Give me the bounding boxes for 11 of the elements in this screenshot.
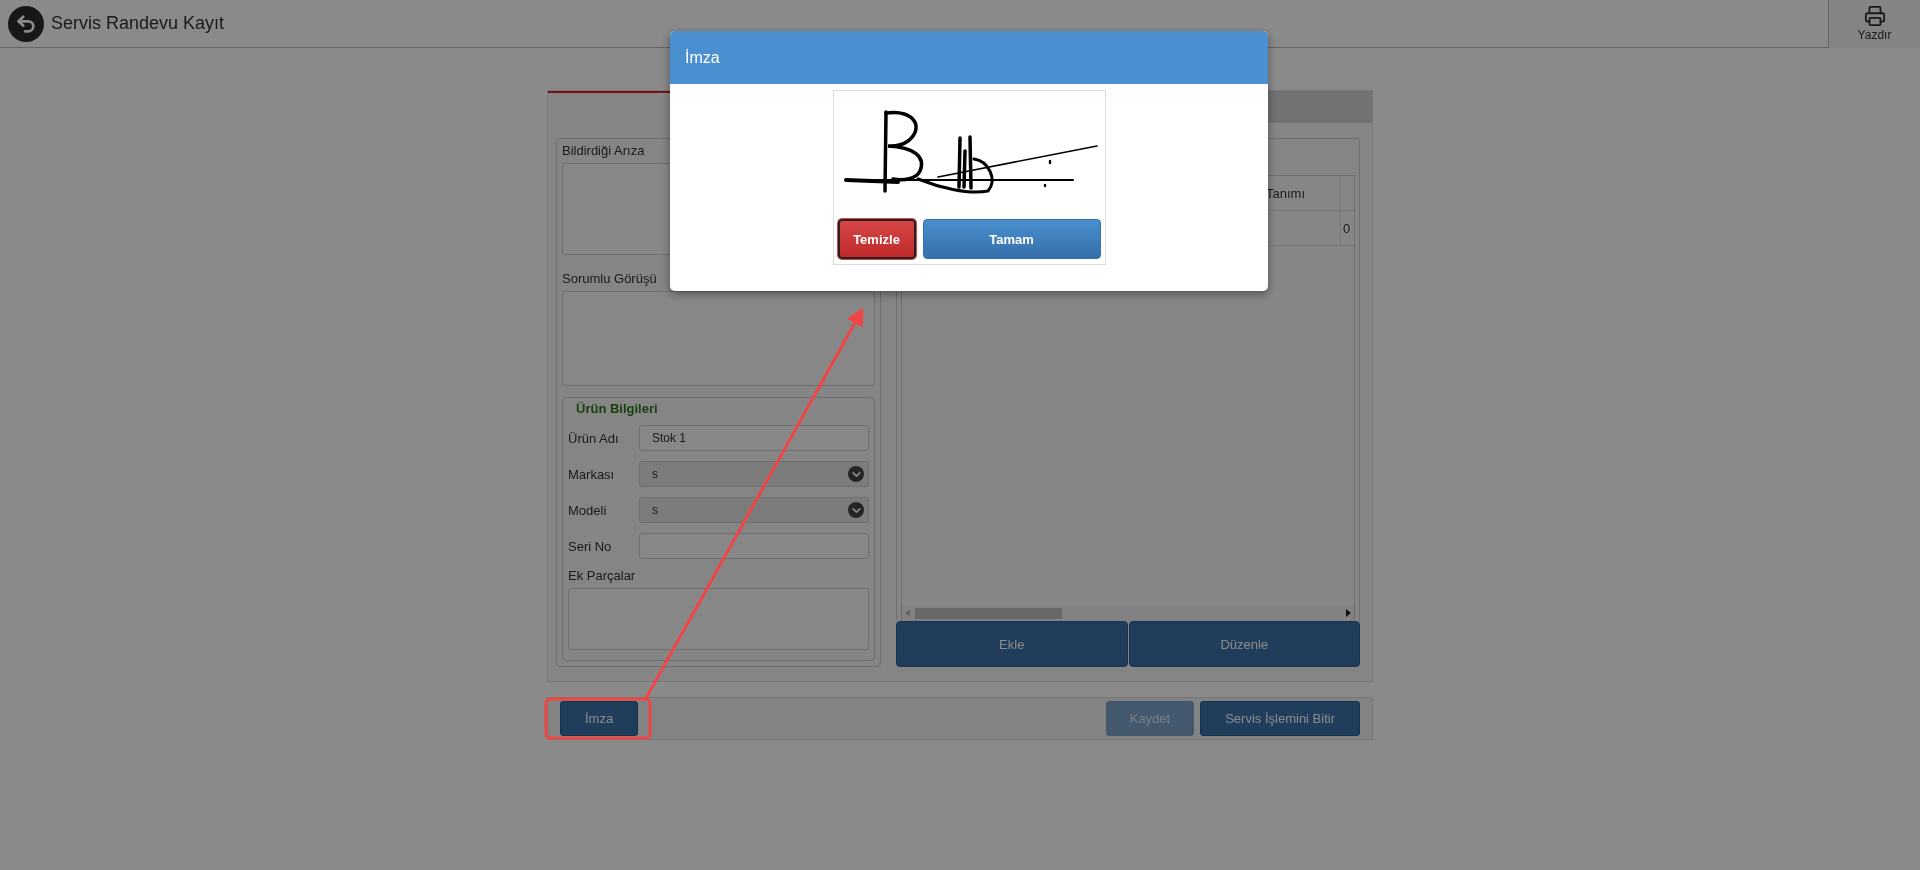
field-label: Markası [568, 466, 616, 482]
table-cell-text: 0 [1342, 219, 1352, 238]
field-label: Modeli [568, 502, 608, 518]
dialog-title: İmza [685, 48, 720, 67]
field-label: Seri No [568, 538, 613, 554]
page-title: Servis Randevu Kayıt [51, 13, 226, 34]
field-label: Ek Parçalar [568, 567, 637, 585]
field-label: Sorumlu Görüşü [562, 270, 658, 288]
field-label: Bildirdiği Arıza [562, 142, 646, 160]
field-label: Ürün Adı [568, 430, 620, 446]
section-legend: Ürün Bilgileri [576, 399, 658, 419]
